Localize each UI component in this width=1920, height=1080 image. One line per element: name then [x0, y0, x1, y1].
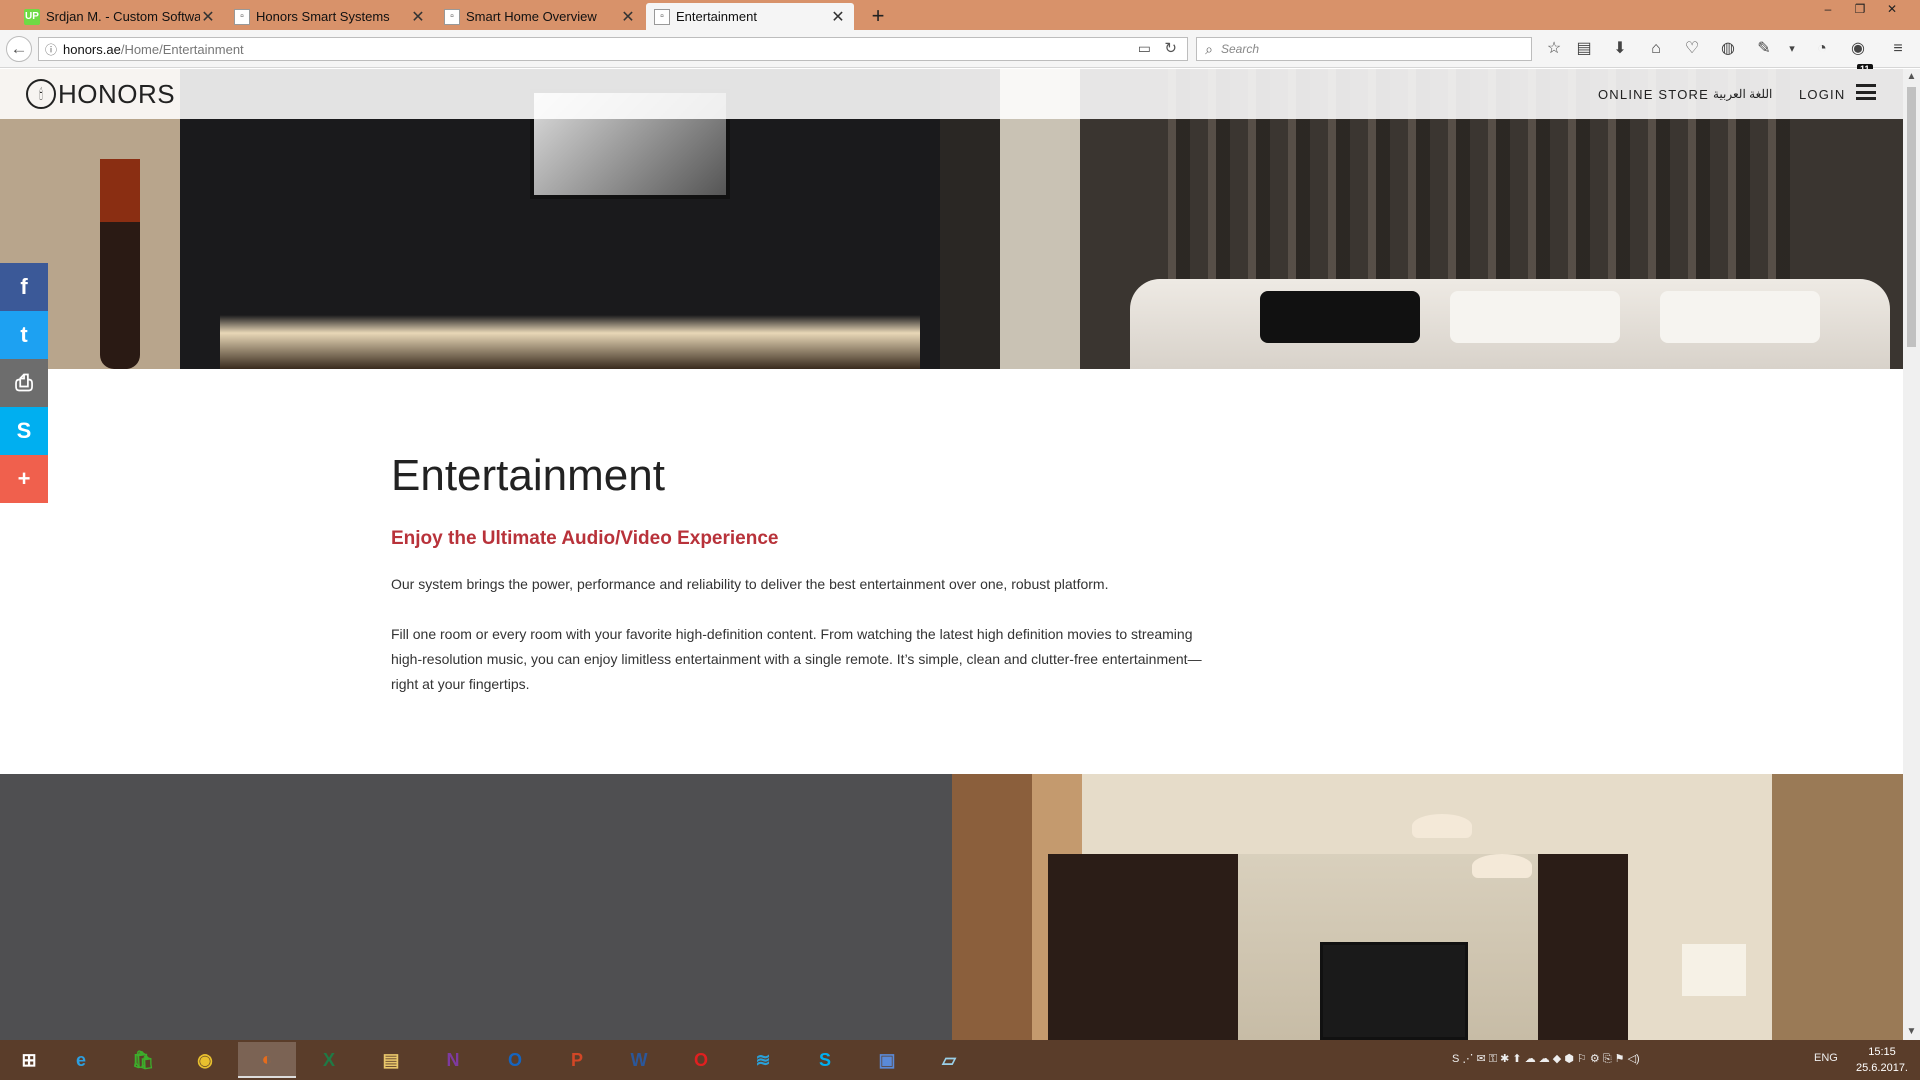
tab-label: Honors Smart Systems — [256, 9, 390, 24]
start-button[interactable]: ⊞ — [0, 1042, 58, 1078]
chart-app-icon[interactable]: ≋ — [734, 1042, 792, 1078]
close-tab-icon[interactable]: ✕ — [410, 7, 426, 27]
minimize-icon[interactable]: – — [1814, 0, 1842, 18]
input-language[interactable]: ENG — [1814, 1052, 1838, 1064]
tab-smart-home-overview[interactable]: ▫ Smart Home Overview ✕ — [436, 3, 644, 30]
url-path: /Home/Entertainment — [120, 41, 244, 57]
firefox-icon[interactable]: ◐ — [238, 1042, 296, 1078]
chrome-icon[interactable]: ◉ — [176, 1042, 234, 1078]
close-tab-icon[interactable]: ✕ — [830, 7, 846, 27]
print-icon[interactable]: ⎙ — [0, 359, 48, 407]
web-page: 🕯 HONORS ONLINE STORE اللغة العربية LOGI… — [0, 69, 1903, 1040]
detail-paragraph: Fill one room or every room with your fa… — [391, 626, 1202, 692]
scroll-up-icon[interactable]: ▲ — [1903, 69, 1920, 85]
browser-nav-bar: ← ⓘ honors.ae/Home/Entertainment ▭ ↻ ⌕ S… — [0, 30, 1920, 74]
url-domain: honors.ae — [63, 41, 121, 57]
browser-tab-strip: UP Srdjan M. - Custom Software ✕ ▫ Honor… — [0, 0, 1920, 30]
search-placeholder: Search — [1221, 42, 1260, 56]
clock-time: 15:15 — [1868, 1046, 1896, 1058]
dropdown-arrow-icon[interactable]: ▾ — [1780, 38, 1804, 60]
nav-online-store[interactable]: ONLINE STORE — [1598, 87, 1709, 102]
honors-logo-icon: 🕯 — [26, 79, 56, 109]
bookmark-star-icon[interactable]: ☆ — [1542, 38, 1566, 60]
hero-vase-decor — [100, 159, 140, 369]
page-title: Entertainment — [391, 451, 665, 500]
tab-entertainment[interactable]: ▫ Entertainment ✕ — [646, 3, 854, 30]
extension-green-icon[interactable]: ◉ — [1846, 38, 1870, 60]
search-icon: ⌕ — [1205, 40, 1213, 57]
extension-shield-icon[interactable]: ◔ — [1810, 38, 1834, 60]
tab-upwork[interactable]: UP Srdjan M. - Custom Software ✕ — [16, 3, 224, 30]
skype-app-icon[interactable]: S — [796, 1042, 854, 1078]
pocket-icon[interactable]: ♡ — [1680, 38, 1704, 60]
close-window-icon[interactable]: ✕ — [1878, 0, 1906, 18]
logo-text: HONORS — [58, 78, 176, 109]
skype-share-icon[interactable]: S — [0, 407, 48, 455]
pendant-lamp-decor — [1412, 814, 1472, 838]
tab-honors-smart-systems[interactable]: ▫ Honors Smart Systems ✕ — [226, 3, 434, 30]
home-icon[interactable]: ⌂ — [1644, 38, 1668, 60]
outlook-icon[interactable]: O — [486, 1042, 544, 1078]
pendant-lamp-decor — [1472, 854, 1532, 878]
scrollbar-thumb[interactable] — [1907, 87, 1916, 347]
tab-label: Srdjan M. - Custom Software — [46, 9, 200, 24]
system-tray-icons[interactable]: S ⋰ ✉ ⚿ ✱ ⬆ ☁ ☁ ◆ ⬢ ⚐ ⚙ ⎘ ⚑ ◁) — [1452, 1052, 1640, 1066]
site-menu-icon[interactable] — [1856, 84, 1876, 100]
remote-desktop-icon[interactable]: ▣ — [858, 1042, 916, 1078]
floor-lamp-decor — [1682, 944, 1746, 996]
extension-color-icon[interactable]: ◍ — [1716, 38, 1740, 60]
opera-icon[interactable]: O — [672, 1042, 730, 1078]
new-tab-button[interactable]: + — [864, 3, 892, 29]
nav-arabic-language[interactable]: اللغة العربية — [1713, 87, 1772, 101]
page-favicon-icon: ▫ — [234, 8, 250, 25]
honors-logo[interactable]: 🕯 HONORS — [26, 77, 175, 111]
nav-login[interactable]: LOGIN — [1799, 87, 1845, 102]
reload-icon[interactable]: ↻ — [1164, 39, 1177, 57]
downloads-icon[interactable]: ⬇ — [1608, 38, 1632, 60]
word-icon[interactable]: W — [610, 1042, 668, 1078]
media-room-image — [952, 774, 1903, 1040]
page-subtitle: Enjoy the Ultimate Audio/Video Experienc… — [391, 528, 779, 549]
windows-taskbar: ⊞ e 🛍 ◉ ◐ X ▤ N O P W O ≋ S ▣ ▱ S ⋰ ✉ ⚿ … — [0, 1040, 1920, 1080]
hero-pillow-decor — [1660, 291, 1820, 343]
store-icon[interactable]: 🛍 — [114, 1042, 172, 1078]
menu-hamburger-icon[interactable]: ≡ — [1886, 38, 1910, 60]
page-favicon-icon: ▫ — [444, 8, 460, 25]
excel-icon[interactable]: X — [300, 1042, 358, 1078]
tab-label: Entertainment — [676, 9, 757, 24]
lower-dark-panel — [0, 774, 952, 1040]
scroll-down-icon[interactable]: ▼ — [1903, 1024, 1920, 1040]
tab-label: Smart Home Overview — [466, 9, 597, 24]
address-bar[interactable]: ⓘ honors.ae/Home/Entertainment ▭ ↻ — [38, 37, 1188, 61]
more-share-icon[interactable]: + — [0, 455, 48, 503]
upwork-favicon-icon: UP — [24, 8, 40, 25]
internet-explorer-icon[interactable]: e — [52, 1042, 110, 1078]
search-box[interactable]: ⌕ Search — [1196, 37, 1532, 61]
clock-date: 25.6.2017. — [1856, 1062, 1908, 1074]
intro-paragraph: Our system brings the power, performance… — [391, 576, 1109, 592]
close-tab-icon[interactable]: ✕ — [200, 7, 216, 27]
onenote-icon[interactable]: N — [424, 1042, 482, 1078]
extension-tools-icon[interactable]: ✎ — [1752, 38, 1776, 60]
notes-app-icon[interactable]: ▱ — [920, 1042, 978, 1078]
hero-pillow-decor — [1260, 291, 1420, 343]
facebook-share-icon[interactable]: f — [0, 263, 48, 311]
hero-pillow-decor — [1450, 291, 1620, 343]
media-tv-decor — [1320, 942, 1468, 1040]
page-favicon-icon: ▫ — [654, 8, 670, 25]
reader-view-icon[interactable]: ▭ — [1138, 40, 1151, 57]
bookmarks-list-icon[interactable]: ▤ — [1572, 38, 1596, 60]
system-clock[interactable]: 15:15 25.6.2017. — [1850, 1044, 1914, 1076]
site-header: 🕯 HONORS ONLINE STORE اللغة العربية LOGI… — [0, 69, 1903, 119]
back-button[interactable]: ← — [6, 36, 32, 62]
site-info-icon[interactable]: ⓘ — [39, 41, 63, 58]
file-explorer-icon[interactable]: ▤ — [362, 1042, 420, 1078]
back-arrow-icon: ← — [10, 39, 28, 58]
twitter-share-icon[interactable]: t — [0, 311, 48, 359]
powerpoint-icon[interactable]: P — [548, 1042, 606, 1078]
social-share-bar: f t ⎙ S + — [0, 263, 48, 503]
close-tab-icon[interactable]: ✕ — [620, 7, 636, 27]
restore-icon[interactable]: ❐ — [1846, 0, 1874, 18]
page-scrollbar[interactable]: ▲ ▼ — [1903, 69, 1920, 1040]
